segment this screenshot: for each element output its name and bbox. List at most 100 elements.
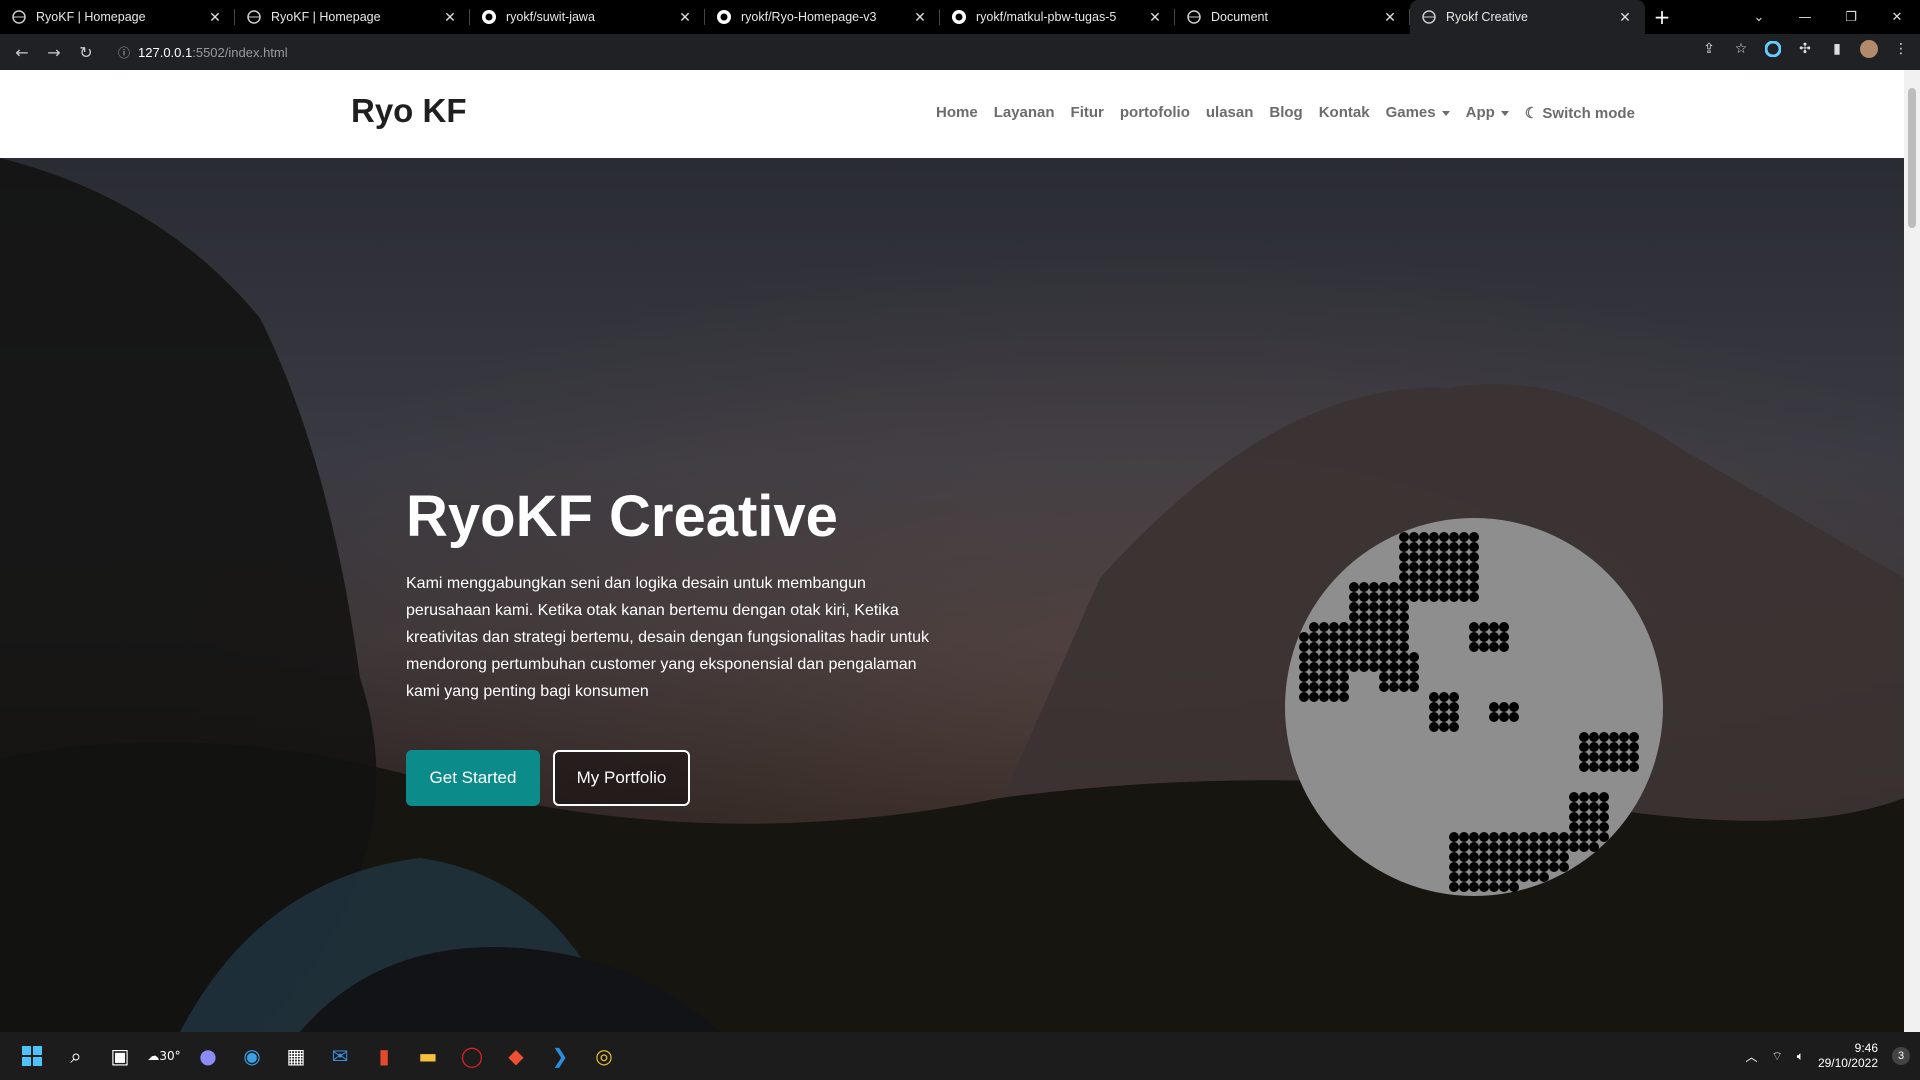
globe-dot [1629,752,1639,762]
globe-dot [1499,842,1509,852]
tab-close-icon[interactable]: ✕ [1382,9,1398,25]
globe-dot [1439,722,1449,732]
globe-dot [1479,632,1489,642]
notification-badge[interactable]: 3 [1892,1047,1910,1065]
minimize-button[interactable]: — [1782,10,1828,25]
tab-close-icon[interactable]: ✕ [442,9,458,25]
globe-dot [1549,842,1559,852]
office-icon[interactable]: ▮ [362,1034,406,1078]
globe-dot [1509,832,1519,842]
browser-menu-icon[interactable]: ⋮ [1890,38,1912,60]
nav-link-layanan[interactable]: Layanan [986,104,1063,122]
restore-button[interactable]: ❐ [1828,10,1874,25]
chrome-icon[interactable]: ◎ [582,1034,626,1078]
globe-dot [1599,752,1609,762]
globe-dot [1299,632,1309,642]
browser-tab[interactable]: RyoKF | Homepage ✕ [235,0,470,34]
browser-tab[interactable]: Document ✕ [1175,0,1410,34]
globe-dot [1429,712,1439,722]
globe-dot [1449,862,1459,872]
switch-mode-toggle[interactable]: ☾ Switch mode [1517,104,1643,122]
globe-dot [1419,592,1429,602]
extension-color-icon[interactable] [1762,38,1784,60]
nav-link-home[interactable]: Home [928,104,986,122]
globe-dot [1589,832,1599,842]
globe-dot [1559,862,1569,872]
extensions-puzzle-icon[interactable]: ✣ [1794,38,1816,60]
globe-dot [1499,882,1509,892]
volume-icon[interactable]: 🔈︎ [1797,1049,1804,1064]
tab-close-icon[interactable]: ✕ [1617,9,1633,25]
nav-games[interactable]: Games [1378,104,1458,122]
nav-link-fitur[interactable]: Fitur [1063,104,1112,122]
opera-icon[interactable]: ◯ [450,1034,494,1078]
tab-search-icon[interactable]: ⌄ [1736,10,1782,25]
forward-button[interactable]: → [38,36,70,68]
edge-icon[interactable]: ◉ [230,1034,274,1078]
tab-close-icon[interactable]: ✕ [1147,9,1163,25]
site-info-icon[interactable]: ⓘ [118,44,130,61]
globe-dot [1429,552,1439,562]
globe-dot [1569,792,1579,802]
task-view-icon[interactable]: ▣ [98,1034,142,1078]
tab-close-icon[interactable]: ✕ [207,9,223,25]
vscode-icon[interactable]: ❯ [538,1034,582,1078]
new-tab-button[interactable]: + [1645,0,1679,34]
globe-dot [1489,702,1499,712]
browser-tab[interactable]: RyoKF | Homepage ✕ [0,0,235,34]
globe-dot [1339,642,1349,652]
page-scrollbar[interactable] [1904,70,1920,1032]
site-brand[interactable]: Ryo KF [351,92,467,130]
my-portfolio-button[interactable]: My Portfolio [553,750,690,806]
nav-link-ulasan[interactable]: ulasan [1198,104,1262,122]
globe-dot [1599,792,1609,802]
clock[interactable]: 9:46 29/10/2022 [1818,1041,1878,1071]
browser-tab[interactable]: Ryokf Creative ✕ [1410,0,1645,34]
side-panel-icon[interactable]: ▮ [1826,38,1848,60]
back-button[interactable]: ← [6,36,38,68]
nav-link-kontak[interactable]: Kontak [1311,104,1378,122]
tray-chevron-icon[interactable]: ︿ [1745,1048,1757,1065]
browser-tab[interactable]: ryokf/Ryo-Homepage-v3 ✕ [705,0,940,34]
scrollbar-thumb[interactable] [1908,88,1916,228]
address-bar[interactable]: ⓘ 127.0.0.1:5502/index.html [108,38,1760,66]
search-icon[interactable]: ⌕ [54,1034,98,1078]
globe-dot [1479,642,1489,652]
mail-icon[interactable]: ✉ [318,1034,362,1078]
tab-close-icon[interactable]: ✕ [677,9,693,25]
globe-dot [1319,672,1329,682]
weather-widget[interactable]: ☁ 30° [142,1034,186,1078]
close-window-button[interactable]: ✕ [1874,10,1920,25]
globe-dot [1499,832,1509,842]
globe-dot [1539,852,1549,862]
globe-dot [1539,832,1549,842]
globe-dot [1569,842,1579,852]
git-icon[interactable]: ◆ [494,1034,538,1078]
globe-dot [1519,832,1529,842]
globe-dot [1499,872,1509,882]
globe-dot [1319,682,1329,692]
globe-dot [1409,652,1419,662]
browser-tab[interactable]: ryokf/suwit-jawa ✕ [470,0,705,34]
tab-close-icon[interactable]: ✕ [912,9,928,25]
store-icon[interactable]: ▦ [274,1034,318,1078]
bookmark-star-icon[interactable]: ☆ [1730,38,1752,60]
share-icon[interactable]: ⇪ [1698,38,1720,60]
profile-avatar[interactable] [1858,38,1880,60]
reload-button[interactable]: ↻ [70,36,102,68]
nav-app[interactable]: App [1458,104,1517,122]
nav-link-portofolio[interactable]: portofolio [1112,104,1198,122]
nav-link-blog[interactable]: Blog [1261,104,1310,122]
globe-dot [1379,582,1389,592]
wifi-icon[interactable]: ⌔ [1771,1049,1782,1064]
globe-dot [1529,832,1539,842]
globe-dot [1439,562,1449,572]
chat-icon[interactable]: ● [186,1034,230,1078]
globe-dot [1409,572,1419,582]
switch-mode-label: Switch mode [1542,105,1635,122]
start-windows-icon[interactable] [10,1034,54,1078]
browser-tab[interactable]: ryokf/matkul-pbw-tugas-5 ✕ [940,0,1175,34]
file-explorer-icon[interactable]: ▬ [406,1034,450,1078]
get-started-button[interactable]: Get Started [406,750,540,806]
globe-dot [1459,862,1469,872]
